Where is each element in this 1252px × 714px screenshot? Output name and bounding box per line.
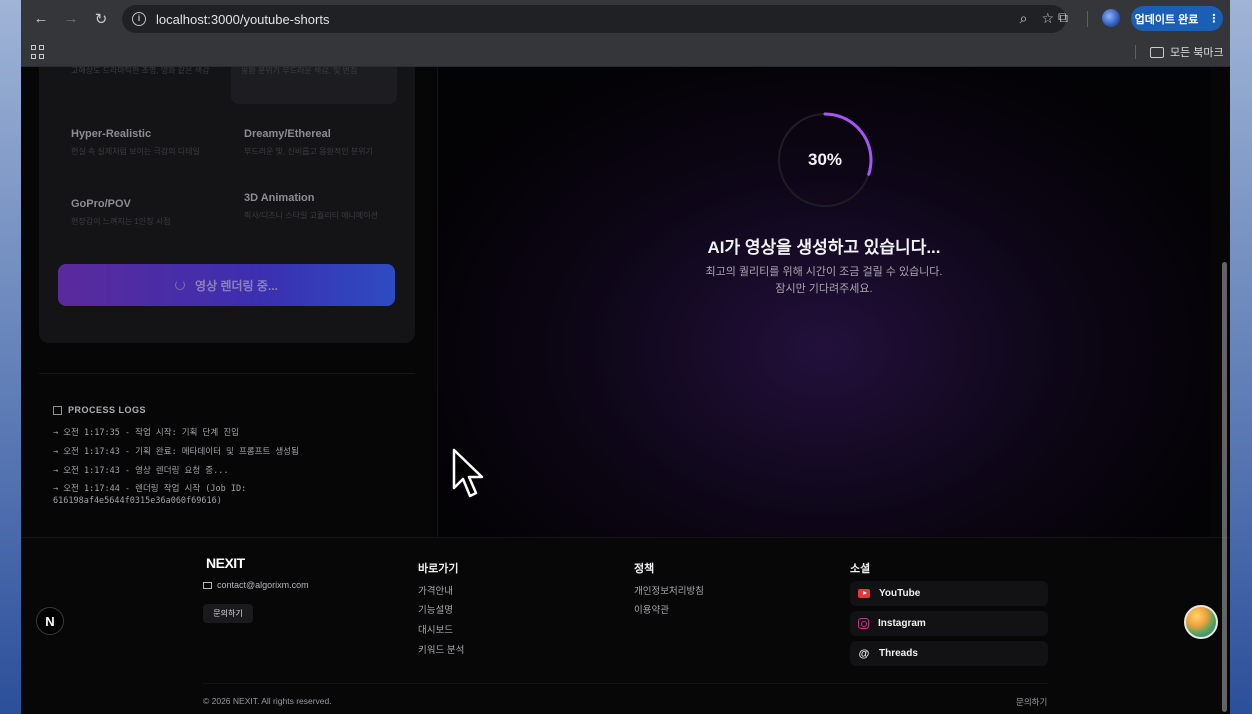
style-name: Hyper-Realistic xyxy=(71,128,152,140)
footer-email-text: contact@algorixm.com xyxy=(217,580,309,590)
log-line: → 오전 1:17:43 - 영상 렌더링 요청 중... xyxy=(53,466,229,476)
bookmark-star-icon[interactable]: ☆ xyxy=(1041,10,1054,27)
footer-link-dashboard[interactable]: 대시보드 xyxy=(418,622,453,636)
loading-spinner-icon xyxy=(175,280,186,290)
style-desc: 몽환 분위기 부드러운 색감, 빛 번짐 xyxy=(241,67,358,75)
forward-icon[interactable]: → xyxy=(56,10,86,27)
style-desc: 부드러운 빛, 신비롭고 몽환적인 분위기 xyxy=(244,147,373,156)
mail-icon xyxy=(203,581,212,589)
social-youtube-button[interactable]: YouTube xyxy=(850,581,1048,606)
progress-percent: 30% xyxy=(807,150,843,169)
toolbar-divider xyxy=(1087,11,1088,27)
footer-email[interactable]: contact@algorixm.com xyxy=(203,580,309,590)
bookmark-bar: 모든 북마크 xyxy=(21,37,1230,67)
style-option-cinematic[interactable]: 고해상도 드라마틱한 조명, 영화 같은 색감 xyxy=(71,67,231,95)
nextjs-devtools-badge[interactable]: N xyxy=(36,607,64,635)
menu-kebab-icon: ⋮ xyxy=(1208,13,1220,25)
style-option-hyper-realistic[interactable]: Hyper-Realistic 현실 속 실제처럼 보이는 극강의 디테일 xyxy=(71,128,231,158)
social-threads-label: Threads xyxy=(879,648,918,659)
style-desc: 고해상도 드라마틱한 조명, 영화 같은 색감 xyxy=(71,67,210,75)
footer-social-title: 소셜 xyxy=(850,563,871,575)
footer-link-privacy[interactable]: 개인정보처리방침 xyxy=(634,583,704,597)
style-desc: 현실 속 실제처럼 보이는 극강의 디테일 xyxy=(71,147,200,156)
footer-copyright: © 2026 NEXIT. All rights reserved. xyxy=(203,696,332,706)
address-bar[interactable]: i localhost:3000/youtube-shorts ⌕ ☆ xyxy=(122,5,1066,33)
style-option-dreamy-top[interactable]: 몽환 분위기 부드러운 색감, 빛 번짐 xyxy=(231,67,397,104)
generation-title: AI가 영상을 생성하고 있습니다... xyxy=(707,238,941,257)
social-instagram-button[interactable]: Instagram xyxy=(850,611,1048,636)
all-bookmarks-folder[interactable]: 모든 북마크 xyxy=(1150,44,1224,60)
footer-nav-title: 바로가기 xyxy=(418,563,459,575)
instagram-icon xyxy=(858,618,869,629)
social-youtube-label: YouTube xyxy=(879,588,921,599)
terminal-icon xyxy=(53,405,62,415)
render-button-label: 영상 렌더링 중... xyxy=(195,278,278,293)
style-name: 3D Animation xyxy=(244,192,315,204)
footer-policy-title: 정책 xyxy=(634,563,655,575)
site-footer: NEXIT contact@algorixm.com 문의하기 바로가기 가격안… xyxy=(21,537,1230,714)
reload-icon[interactable]: ↻ xyxy=(86,10,116,28)
social-threads-button[interactable]: @ Threads xyxy=(850,641,1048,666)
log-line: → 오전 1:17:44 - 렌더링 작업 시작 (Job ID: 616198… xyxy=(53,484,247,506)
update-button-label: 업데이트 완료 xyxy=(1134,13,1199,26)
generation-preview-panel: 30% AI가 영상을 생성하고 있습니다... 최고의 퀄리티를 위해 시간이… xyxy=(438,67,1210,537)
url-text[interactable]: localhost:3000/youtube-shorts xyxy=(156,12,329,27)
footer-logo[interactable]: NEXIT xyxy=(206,555,245,571)
generation-subtitle-line2: 잠시만 기다려주세요. xyxy=(775,283,873,295)
style-name: Dreamy/Ethereal xyxy=(244,128,331,140)
style-name: GoPro/POV xyxy=(71,198,131,210)
footer-link-keyword[interactable]: 키워드 분석 xyxy=(418,642,464,656)
style-desc: 현장감이 느껴지는 1인칭 시점 xyxy=(71,217,171,226)
browser-toolbar: ← → ↻ i localhost:3000/youtube-shorts ⌕ … xyxy=(21,0,1230,37)
footer-divider xyxy=(203,683,1048,684)
generation-subtitle: 최고의 퀄리티를 위해 시간이 조금 걸릴 수 있습니다. 잠시만 기다려주세요… xyxy=(438,264,1210,298)
threads-icon: @ xyxy=(858,647,870,660)
style-option-gopro-pov[interactable]: GoPro/POV 현장감이 느껴지는 1인칭 시점 xyxy=(71,198,231,228)
floating-profile-badge[interactable] xyxy=(1184,605,1218,639)
extensions-icon[interactable]: ⧉ xyxy=(1058,9,1074,25)
log-line: → 오전 1:17:43 - 기획 완료: 메타데이터 및 프롬프트 생성됨 xyxy=(53,447,299,457)
page-content: 고해상도 드라마틱한 조명, 영화 같은 색감 몽환 분위기 부드러운 색감, … xyxy=(21,67,1230,714)
style-option-dreamy-ethereal[interactable]: Dreamy/Ethereal 부드러운 빛, 신비롭고 몽환적인 분위기 xyxy=(244,128,404,158)
footer-link-features[interactable]: 기능설명 xyxy=(418,602,453,616)
process-logs-panel: PROCESS LOGS → 오전 1:17:35 - 작업 시작: 기획 단계… xyxy=(39,373,415,533)
youtube-icon xyxy=(858,589,870,598)
style-desc: 픽사/디즈니 스타일 고퀄리티 애니메이션 xyxy=(244,211,379,220)
footer-contact-button[interactable]: 문의하기 xyxy=(203,604,253,623)
all-bookmarks-label: 모든 북마크 xyxy=(1170,47,1224,59)
bookmark-divider xyxy=(1135,45,1136,59)
log-line: → 오전 1:17:35 - 작업 시작: 기획 단계 진입 xyxy=(53,428,239,438)
logs-title: PROCESS LOGS xyxy=(53,405,146,415)
generation-subtitle-line1: 최고의 퀄리티를 위해 시간이 조금 걸릴 수 있습니다. xyxy=(705,266,943,278)
mouse-cursor-icon xyxy=(452,448,484,498)
style-option-3d-animation[interactable]: 3D Animation 픽사/디즈니 스타일 고퀄리티 애니메이션 xyxy=(244,192,404,222)
render-button[interactable]: 영상 렌더링 중... xyxy=(58,264,395,306)
back-icon[interactable]: ← xyxy=(26,10,56,27)
profile-avatar[interactable] xyxy=(1102,9,1120,27)
logs-title-text: PROCESS LOGS xyxy=(68,405,147,415)
footer-link-pricing[interactable]: 가격안내 xyxy=(418,583,453,597)
page-scrollbar[interactable] xyxy=(1222,262,1227,712)
footer-link-terms[interactable]: 이용약관 xyxy=(634,602,669,616)
social-instagram-label: Instagram xyxy=(878,618,926,629)
zoom-icon[interactable]: ⌕ xyxy=(1020,10,1028,27)
update-button[interactable]: 업데이트 완료 ⋮ xyxy=(1131,6,1223,31)
browser-window: ← → ↻ i localhost:3000/youtube-shorts ⌕ … xyxy=(21,0,1230,714)
site-info-icon[interactable]: i xyxy=(132,12,146,26)
folder-icon xyxy=(1150,46,1164,58)
apps-grid-icon[interactable] xyxy=(31,45,45,59)
footer-bottom-contact-link[interactable]: 문의하기 xyxy=(1016,696,1047,708)
